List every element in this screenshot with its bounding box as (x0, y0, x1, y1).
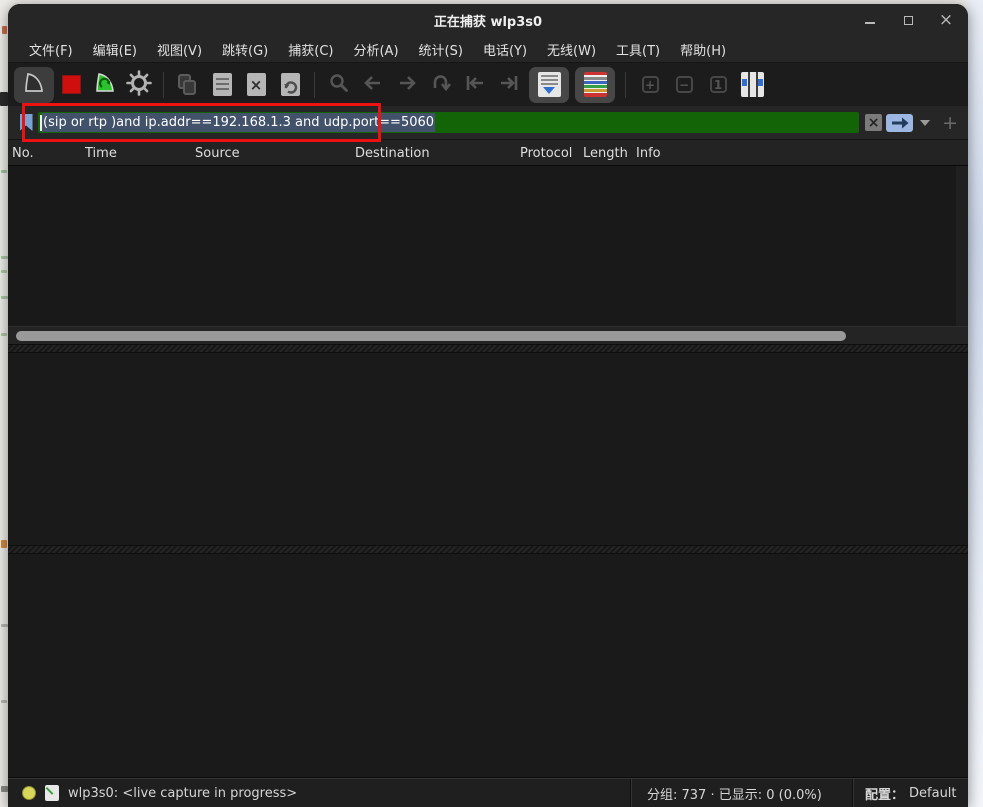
restart-fin-icon (93, 71, 117, 99)
arrow-to-start-icon (464, 72, 486, 98)
scrollbar-thumb[interactable] (16, 331, 846, 341)
packets-summary: 分组: 737 · 已显示: 0 (0.0%) (630, 779, 852, 807)
statusbar: wlp3s0: <live capture in progress> 分组: 7… (8, 778, 968, 807)
colorize-icon (584, 72, 607, 97)
close-icon[interactable]: × (938, 12, 954, 28)
arrow-left-icon (362, 72, 384, 98)
auto-scroll-icon (538, 72, 561, 97)
close-file-button[interactable]: × (239, 67, 273, 103)
wireshark-window: 正在捕获 wlp3s0 × 文件(F) 编辑(E) 视图(V) 跳转(G) 捕获… (8, 4, 968, 807)
profile-section[interactable]: 配置： Default (852, 779, 968, 807)
colorize-button[interactable] (575, 67, 615, 103)
find-packet-button[interactable] (322, 67, 356, 103)
resize-columns-button[interactable] (735, 67, 769, 103)
open-file-button[interactable] (171, 67, 205, 103)
reload-file-button[interactable] (273, 67, 307, 103)
arrow-right-icon (396, 72, 418, 98)
start-capture-button[interactable] (14, 67, 54, 103)
desktop-right-strip (968, 0, 983, 807)
profile-label: 配置： (865, 784, 904, 803)
menu-help[interactable]: 帮助(H) (671, 37, 735, 62)
reload-file-icon (281, 73, 300, 96)
zoom-in-button[interactable]: + (633, 67, 667, 103)
menu-tools[interactable]: 工具(T) (607, 37, 669, 62)
menu-telephony[interactable]: 电话(Y) (474, 37, 536, 62)
go-forward-button[interactable] (390, 67, 424, 103)
restart-capture-button[interactable] (88, 67, 122, 103)
filter-toolbar: (sip or rtp )and ip.addr==192.168.1.3 an… (8, 106, 968, 140)
display-filter-input[interactable]: (sip or rtp )and ip.addr==192.168.1.3 an… (38, 112, 859, 133)
toolbar-separator (625, 72, 626, 98)
stop-square-icon (62, 75, 81, 94)
add-filter-button[interactable]: + (942, 112, 958, 134)
toolbar-separator (163, 72, 164, 98)
filter-bookmark-button[interactable] (14, 111, 38, 135)
close-file-icon: × (247, 73, 266, 96)
packet-list-pane (8, 166, 968, 326)
column-destination[interactable]: Destination (355, 145, 520, 161)
go-to-packet-button[interactable] (424, 67, 458, 103)
bookmark-icon (20, 114, 33, 131)
menu-edit[interactable]: 编辑(E) (84, 37, 146, 62)
column-no[interactable]: No. (12, 145, 85, 161)
menu-view[interactable]: 视图(V) (148, 37, 211, 62)
menu-statistics[interactable]: 统计(S) (410, 37, 472, 62)
go-last-button[interactable] (492, 67, 526, 103)
column-length[interactable]: Length (583, 145, 636, 161)
apply-arrow-icon (891, 117, 909, 129)
menu-file[interactable]: 文件(F) (20, 37, 82, 62)
pane-splitter[interactable] (8, 344, 968, 353)
pane-splitter[interactable] (8, 545, 968, 554)
toolbar-separator (314, 72, 315, 98)
packet-details-pane (8, 353, 968, 545)
zoom-out-button[interactable]: − (667, 67, 701, 103)
stop-capture-button[interactable] (54, 67, 88, 103)
go-back-button[interactable] (356, 67, 390, 103)
zoom-100-button[interactable]: 1 (701, 67, 735, 103)
save-file-icon (213, 73, 232, 96)
column-info[interactable]: Info (636, 145, 968, 161)
arrow-to-end-icon (498, 72, 520, 98)
menu-analyze[interactable]: 分析(A) (344, 37, 407, 62)
clear-filter-button[interactable]: × (865, 114, 882, 131)
open-file-icon (178, 74, 198, 96)
filter-dropdown-caret-icon[interactable] (920, 120, 930, 126)
desktop-background: 正在捕获 wlp3s0 × 文件(F) 编辑(E) 视图(V) 跳转(G) 捕获… (0, 0, 983, 807)
shark-fin-icon (22, 71, 46, 99)
apply-filter-button[interactable] (886, 114, 913, 132)
main-toolbar: × (8, 63, 968, 106)
maximize-icon[interactable] (900, 12, 916, 28)
resize-columns-icon (741, 72, 764, 97)
packet-bytes-pane (8, 554, 968, 778)
gear-icon (126, 70, 152, 100)
titlebar[interactable]: 正在捕获 wlp3s0 × (8, 4, 968, 36)
capture-status-text: wlp3s0: <live capture in progress> (68, 786, 297, 801)
capture-options-button[interactable] (122, 67, 156, 103)
zoom-100-icon: 1 (710, 76, 727, 93)
auto-scroll-button[interactable] (529, 67, 569, 103)
window-controls: × (862, 4, 954, 36)
menu-capture[interactable]: 捕获(C) (279, 37, 342, 62)
horizontal-scrollbar[interactable] (8, 326, 968, 344)
column-source[interactable]: Source (195, 145, 355, 161)
menubar: 文件(F) 编辑(E) 视图(V) 跳转(G) 捕获(C) 分析(A) 统计(S… (8, 36, 968, 63)
column-time[interactable]: Time (85, 145, 195, 161)
zoom-in-icon: + (642, 76, 659, 93)
go-first-button[interactable] (458, 67, 492, 103)
search-icon (328, 72, 350, 98)
save-file-button[interactable] (205, 67, 239, 103)
window-title: 正在捕获 wlp3s0 (8, 11, 968, 30)
capture-comment-icon[interactable] (45, 785, 59, 801)
profile-value: Default (909, 786, 957, 801)
filter-text-selected: (sip or rtp )and ip.addr==192.168.1.3 an… (42, 113, 435, 132)
packet-list-header: No. Time Source Destination Protocol Len… (8, 140, 968, 166)
minimize-icon[interactable] (862, 12, 878, 28)
loop-arrow-icon (430, 72, 452, 98)
expert-info-icon[interactable] (22, 786, 36, 800)
menu-wireless[interactable]: 无线(W) (538, 37, 605, 62)
menu-go[interactable]: 跳转(G) (213, 37, 277, 62)
zoom-out-icon: − (676, 76, 693, 93)
column-protocol[interactable]: Protocol (520, 145, 583, 161)
